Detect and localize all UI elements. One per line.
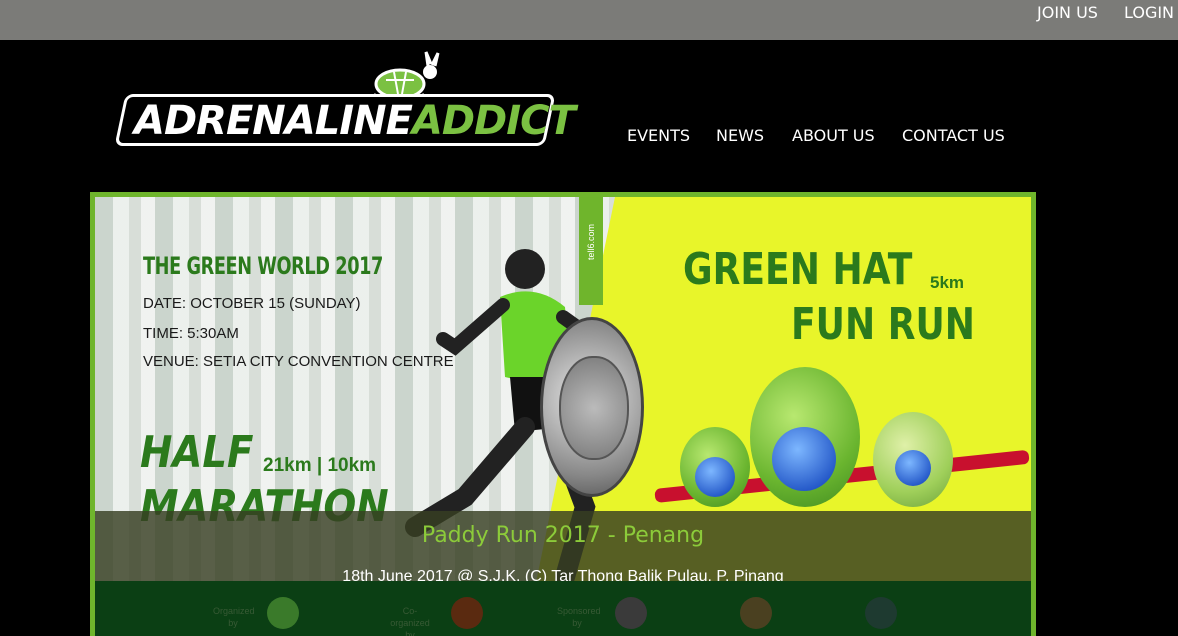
slide-caption: Paddy Run 2017 - Penang 18th June 2017 @… — [95, 511, 1031, 585]
event-banner-image[interactable]: THE GREEN WORLD 2017 DATE: OCTOBER 15 (S… — [95, 197, 1031, 636]
nav-about-us[interactable]: ABOUT US — [792, 126, 875, 145]
mascot-face — [772, 427, 836, 491]
banner-distances: 21km | 10km — [263, 455, 377, 476]
mascot-right — [873, 412, 953, 512]
medal-ribbon: tell6.com — [579, 197, 603, 305]
mascot-left — [680, 427, 750, 517]
login-link[interactable]: LOGIN — [1124, 3, 1174, 22]
banner-time: TIME: 5:30AM — [143, 325, 239, 342]
fun-run-title-line2: FUN RUN — [791, 299, 975, 350]
fun-run-title-line1: GREEN HAT — [683, 244, 913, 295]
nav-contact-us[interactable]: CONTACT US — [902, 126, 1005, 145]
site-logo[interactable]: ADRENALINEADDICT — [114, 50, 576, 150]
logo-word-adrenaline: ADRENALINE — [134, 98, 413, 144]
top-bar: JOIN US LOGIN — [0, 0, 1178, 40]
sponsored-label: Sponsored by — [557, 606, 601, 628]
sponsor-logo-2 — [740, 597, 772, 629]
logo-word-addict: ADDICT — [411, 98, 576, 144]
green-world-logo — [267, 597, 299, 629]
slide-caption-title[interactable]: Paddy Run 2017 - Penang — [95, 523, 1031, 548]
sponsor-strip: Organized by Co-organized by Sponsored b… — [95, 581, 1031, 636]
banner-half-word: HALF — [140, 427, 254, 478]
medal-face — [559, 356, 629, 460]
fun-run-distance: 5km — [930, 273, 965, 292]
banner-date: DATE: OCTOBER 15 (SUNDAY) — [143, 295, 361, 312]
event-slider[interactable]: THE GREEN WORLD 2017 DATE: OCTOBER 15 (S… — [90, 192, 1036, 636]
mascot-center — [750, 367, 860, 517]
mascot-face — [695, 457, 735, 497]
sponsor-logo-1 — [615, 597, 647, 629]
coorganized-label: Co-organized by — [390, 606, 430, 636]
organized-label: Organized by — [213, 606, 255, 628]
nav-news[interactable]: NEWS — [716, 126, 764, 145]
turtle-rabbit-mascot-icon — [370, 51, 440, 100]
nav-events[interactable]: EVENTS — [627, 126, 690, 145]
mascot-face — [895, 450, 931, 486]
medal-icon — [540, 317, 644, 497]
logo-text: ADRENALINEADDICT — [134, 96, 576, 146]
coorganizer-logo — [451, 597, 483, 629]
sponsor-logo-3 — [865, 597, 897, 629]
ribbon-text: tell6.com — [586, 224, 596, 261]
join-us-link[interactable]: JOIN US — [1037, 3, 1098, 22]
banner-event-title: THE GREEN WORLD 2017 — [143, 252, 383, 280]
